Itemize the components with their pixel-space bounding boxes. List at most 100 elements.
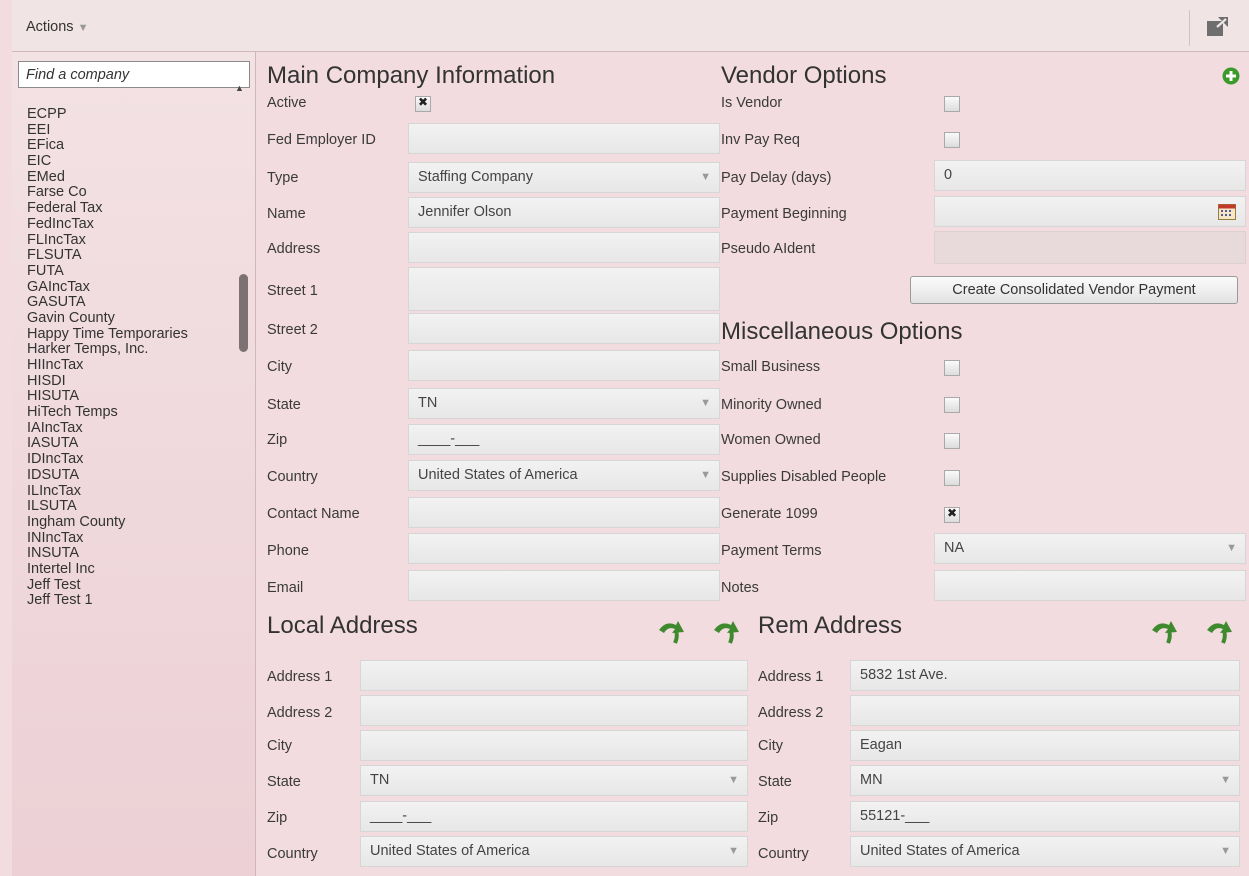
company-list-item[interactable]: FLSUTA <box>27 247 237 263</box>
company-list-item[interactable]: Federal Tax <box>27 200 237 216</box>
local-address1-input[interactable] <box>360 660 748 691</box>
country-select[interactable]: United States of America ▼ <box>408 460 720 491</box>
local-zip-input[interactable]: ____-___ <box>360 801 748 832</box>
rem-address1-input[interactable]: 5832 1st Ave. <box>850 660 1240 691</box>
copy-address-arrow-icon[interactable] <box>711 618 741 644</box>
company-list-item[interactable]: Farse Co <box>27 184 237 201</box>
company-list-item[interactable]: GAIncTax <box>27 279 237 295</box>
company-list-item[interactable]: HiTech Temps <box>27 404 237 420</box>
street1-input[interactable] <box>408 267 720 311</box>
rem-zip-input[interactable]: 55121-___ <box>850 801 1240 832</box>
pay-delay-input[interactable]: 0 <box>934 160 1246 191</box>
type-value: Staffing Company <box>418 169 533 185</box>
pseudo-ident-label: Pseudo AIdent <box>721 241 816 257</box>
company-list-item[interactable]: EIC <box>27 153 237 169</box>
street2-input[interactable] <box>408 313 720 344</box>
company-list-item[interactable]: EFica <box>27 137 237 154</box>
contact-label: Contact Name <box>267 506 360 522</box>
small-business-checkbox[interactable] <box>944 360 960 376</box>
company-list-item[interactable]: INSUTA <box>27 545 237 561</box>
toolbar: Actions ▼ <box>12 0 1249 52</box>
copy-address-arrow-icon[interactable] <box>1149 618 1179 644</box>
company-list-item[interactable]: Ingham County <box>27 514 237 530</box>
company-list-item[interactable]: EEI <box>27 122 237 138</box>
company-list-item[interactable]: FLIncTax <box>27 232 237 248</box>
company-list-item[interactable]: Harker Temps, Inc. <box>27 341 237 357</box>
dropdown-arrow-icon: ▼ <box>1220 845 1231 857</box>
generate-1099-checkbox[interactable] <box>944 506 960 523</box>
rem-country-select[interactable]: United States of America ▼ <box>850 836 1240 867</box>
company-list-item[interactable]: IASUTA <box>27 435 237 452</box>
minority-owned-label: Minority Owned <box>721 397 822 413</box>
contact-input[interactable] <box>408 497 720 528</box>
is-vendor-label: Is Vendor <box>721 95 783 111</box>
local-country-select[interactable]: United States of America ▼ <box>360 836 748 867</box>
active-checkbox[interactable] <box>415 95 431 112</box>
rem-address2-input[interactable] <box>850 695 1240 726</box>
local-city-label: City <box>267 738 292 754</box>
company-list-item[interactable]: IAIncTax <box>27 420 237 436</box>
scroll-up-icon[interactable]: ▲ <box>235 83 244 93</box>
fein-input[interactable] <box>408 123 720 154</box>
scrollbar-thumb[interactable] <box>239 274 248 352</box>
notes-input[interactable] <box>934 570 1246 601</box>
type-select[interactable]: Staffing Company ▼ <box>408 162 720 193</box>
company-list-item[interactable]: Happy Time Temporaries <box>27 326 237 342</box>
actions-label: Actions <box>26 19 74 35</box>
create-consolidated-payment-button[interactable]: Create Consolidated Vendor Payment <box>910 276 1238 304</box>
actions-menu-button[interactable]: Actions ▼ <box>26 19 88 35</box>
name-label: Name <box>267 206 306 222</box>
company-list-item[interactable]: HISDI <box>27 373 237 389</box>
city-input[interactable] <box>408 350 720 381</box>
dropdown-arrow-icon: ▼ <box>1220 774 1231 786</box>
company-list-item[interactable]: Gavin County <box>27 310 237 326</box>
company-list-item[interactable]: IDIncTax <box>27 451 237 467</box>
company-list-item[interactable]: Jeff Test <box>27 577 237 593</box>
is-vendor-checkbox[interactable] <box>944 96 960 112</box>
local-state-select[interactable]: TN ▼ <box>360 765 748 796</box>
payment-terms-select[interactable]: NA ▼ <box>934 533 1246 564</box>
rem-city-input[interactable]: Eagan <box>850 730 1240 761</box>
email-input[interactable] <box>408 570 720 601</box>
women-owned-checkbox[interactable] <box>944 433 960 449</box>
calendar-icon[interactable] <box>1218 204 1236 220</box>
find-company-input[interactable] <box>18 61 250 88</box>
country-label: Country <box>267 469 318 485</box>
company-list-item[interactable]: ECPP <box>27 106 237 122</box>
company-list-item[interactable]: ILSUTA <box>27 498 237 514</box>
phone-input[interactable] <box>408 533 720 564</box>
company-list-item[interactable]: FUTA <box>27 263 237 279</box>
payment-beginning-input[interactable] <box>934 196 1246 227</box>
rem-country-label: Country <box>758 846 809 862</box>
local-address2-input[interactable] <box>360 695 748 726</box>
fein-label: Fed Employer ID <box>267 132 376 148</box>
supplies-disabled-checkbox[interactable] <box>944 470 960 486</box>
company-list-item[interactable]: GASUTA <box>27 294 237 310</box>
state-select[interactable]: TN ▼ <box>408 388 720 419</box>
company-list-item[interactable]: ILIncTax <box>27 483 237 499</box>
rem-state-label: State <box>758 774 792 790</box>
add-icon[interactable] <box>1222 67 1240 85</box>
copy-address-arrow-icon[interactable] <box>656 618 686 644</box>
inv-pay-checkbox[interactable] <box>944 132 960 148</box>
name-input[interactable]: Jennifer Olson <box>408 197 720 228</box>
company-list-item[interactable]: HIIncTax <box>27 357 237 373</box>
popout-icon[interactable] <box>1206 17 1228 37</box>
minority-owned-checkbox[interactable] <box>944 397 960 413</box>
local-zip-label: Zip <box>267 810 288 826</box>
company-list-item[interactable]: Intertel Inc <box>27 561 237 577</box>
zip-label: Zip <box>267 432 288 448</box>
company-list-item[interactable]: HISUTA <box>27 388 237 405</box>
company-list-item[interactable]: IDSUTA <box>27 467 237 483</box>
company-list-item[interactable]: FedIncTax <box>27 216 237 232</box>
main-info-title: Main Company Information <box>267 62 556 89</box>
company-list-item[interactable]: INIncTax <box>27 530 237 546</box>
company-list-item[interactable]: EMed <box>27 169 237 185</box>
zip-input[interactable]: ____-___ <box>408 424 720 455</box>
type-label: Type <box>267 170 299 186</box>
copy-address-arrow-icon[interactable] <box>1204 618 1234 644</box>
address-input[interactable] <box>408 232 720 263</box>
local-city-input[interactable] <box>360 730 748 761</box>
rem-state-select[interactable]: MN ▼ <box>850 765 1240 796</box>
company-list-item[interactable]: Jeff Test 1 <box>27 592 237 608</box>
